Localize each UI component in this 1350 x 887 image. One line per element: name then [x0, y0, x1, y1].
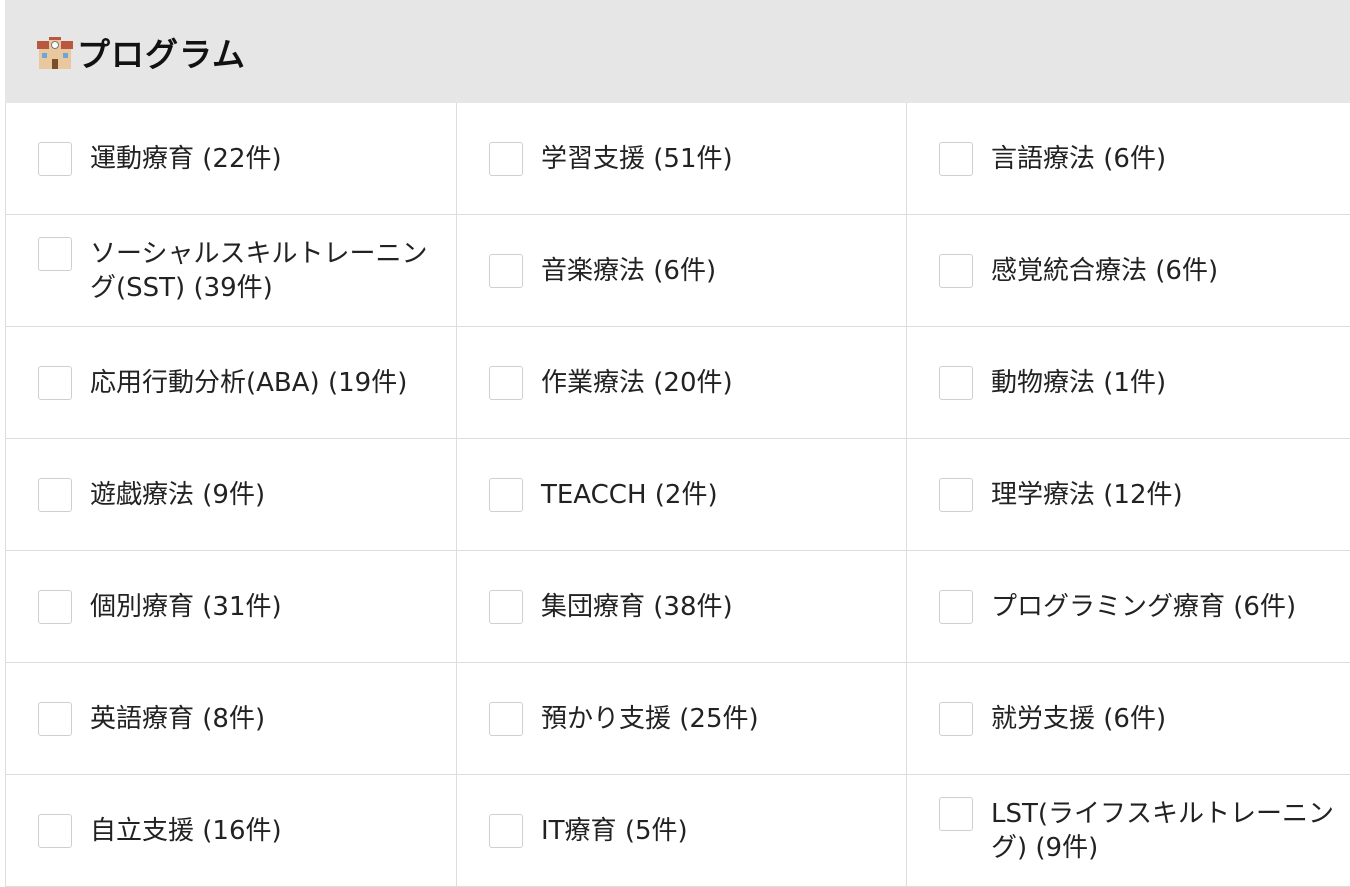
- checkbox[interactable]: [38, 237, 72, 271]
- option-label: 音楽療法 (6件): [541, 255, 717, 286]
- option-label: プログラミング療育 (6件): [991, 591, 1297, 622]
- option-teacch[interactable]: TEACCH (2件): [457, 439, 907, 551]
- option-gengo-ryouhou[interactable]: 言語療法 (6件): [907, 103, 1350, 215]
- option-yuugi-ryouhou[interactable]: 遊戯療法 (9件): [6, 439, 457, 551]
- option-rigaku-ryouhou[interactable]: 理学療法 (12件): [907, 439, 1350, 551]
- option-it-ryouiku[interactable]: IT療育 (5件): [457, 775, 907, 887]
- checkbox[interactable]: [489, 141, 523, 176]
- checkbox[interactable]: [489, 589, 523, 624]
- option-label: IT療育 (5件): [541, 815, 688, 846]
- option-label: 理学療法 (12件): [991, 479, 1183, 510]
- checkbox[interactable]: [38, 813, 72, 848]
- school-icon: [37, 36, 73, 71]
- option-sagyou-ryouhou[interactable]: 作業療法 (20件): [457, 327, 907, 439]
- option-sst[interactable]: ソーシャルスキルトレーニング(SST) (39件): [6, 215, 457, 327]
- option-lst[interactable]: LST(ライフスキルトレーニング) (9件): [907, 775, 1350, 887]
- option-label: 英語療育 (8件): [90, 703, 266, 734]
- option-label: 学習支援 (51件): [541, 143, 733, 174]
- option-label: 個別療育 (31件): [90, 591, 282, 622]
- option-kankaku-tougou[interactable]: 感覚統合療法 (6件): [907, 215, 1350, 327]
- option-gakushuu-shien[interactable]: 学習支援 (51件): [457, 103, 907, 215]
- option-label: 集団療育 (38件): [541, 591, 733, 622]
- option-undou-ryouiku[interactable]: 運動療育 (22件): [6, 103, 457, 215]
- option-label: 作業療法 (20件): [541, 367, 733, 398]
- checkbox[interactable]: [939, 253, 973, 288]
- checkbox[interactable]: [939, 141, 973, 176]
- checkbox[interactable]: [38, 701, 72, 736]
- option-label: 応用行動分析(ABA) (19件): [90, 367, 408, 398]
- option-label: 運動療育 (22件): [90, 143, 282, 174]
- checkbox[interactable]: [939, 477, 973, 512]
- option-ongaku-ryouhou[interactable]: 音楽療法 (6件): [457, 215, 907, 327]
- program-options-grid: 運動療育 (22件) 学習支援 (51件) 言語療法 (6件) ソーシャルスキル…: [5, 103, 1350, 887]
- checkbox[interactable]: [489, 701, 523, 736]
- checkbox[interactable]: [38, 589, 72, 624]
- checkbox[interactable]: [38, 141, 72, 176]
- option-shuudan-ryouiku[interactable]: 集団療育 (38件): [457, 551, 907, 663]
- checkbox[interactable]: [489, 477, 523, 512]
- option-label: 自立支援 (16件): [90, 815, 282, 846]
- checkbox[interactable]: [939, 701, 973, 736]
- option-label: TEACCH (2件): [541, 479, 718, 510]
- option-label: 動物療法 (1件): [991, 367, 1167, 398]
- checkbox[interactable]: [939, 365, 973, 400]
- checkbox[interactable]: [38, 365, 72, 400]
- panel-title: プログラム: [77, 34, 247, 74]
- option-aba[interactable]: 応用行動分析(ABA) (19件): [6, 327, 457, 439]
- checkbox[interactable]: [939, 797, 973, 831]
- option-eigo-ryouiku[interactable]: 英語療育 (8件): [6, 663, 457, 775]
- panel-header: プログラム: [5, 0, 1350, 103]
- checkbox[interactable]: [489, 365, 523, 400]
- option-label: 遊戯療法 (9件): [90, 479, 266, 510]
- option-programming-ryouiku[interactable]: プログラミング療育 (6件): [907, 551, 1350, 663]
- option-label: LST(ライフスキルトレーニング) (9件): [991, 799, 1335, 863]
- option-label: ソーシャルスキルトレーニング(SST) (39件): [90, 239, 428, 303]
- option-label: 感覚統合療法 (6件): [991, 255, 1219, 286]
- option-shuurou-shien[interactable]: 就労支援 (6件): [907, 663, 1350, 775]
- checkbox[interactable]: [489, 253, 523, 288]
- option-label: 就労支援 (6件): [991, 703, 1167, 734]
- option-label: 預かり支援 (25件): [541, 703, 759, 734]
- option-azukari-shien[interactable]: 預かり支援 (25件): [457, 663, 907, 775]
- checkbox[interactable]: [489, 813, 523, 848]
- checkbox[interactable]: [939, 589, 973, 624]
- checkbox[interactable]: [38, 477, 72, 512]
- option-kobetsu-ryouiku[interactable]: 個別療育 (31件): [6, 551, 457, 663]
- option-label: 言語療法 (6件): [991, 143, 1167, 174]
- program-filter-panel: プログラム 運動療育 (22件) 学習支援 (51件) 言語療法 (6件) ソー…: [5, 0, 1350, 887]
- option-doubutsu-ryouhou[interactable]: 動物療法 (1件): [907, 327, 1350, 439]
- option-jiritsu-shien[interactable]: 自立支援 (16件): [6, 775, 457, 887]
